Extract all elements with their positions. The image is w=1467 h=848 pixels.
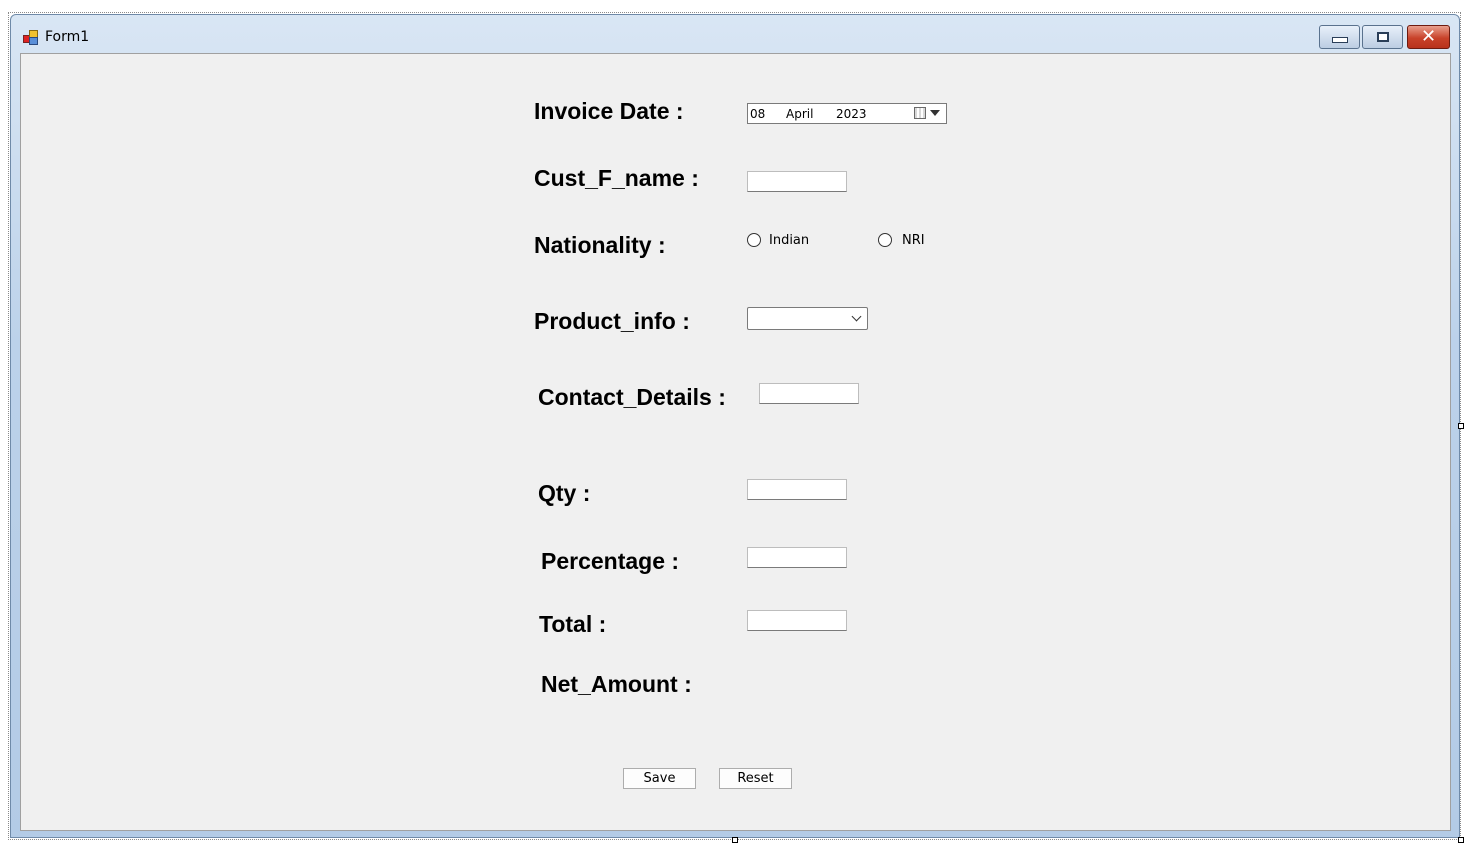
resize-handle-right[interactable]: [1458, 423, 1464, 429]
maximize-icon: [1376, 32, 1389, 42]
title-bar[interactable]: Form1 ✕: [11, 15, 1459, 53]
cust-f-name-input[interactable]: [747, 171, 847, 192]
resize-handle-bottom[interactable]: [732, 837, 738, 843]
calendar-icon[interactable]: [914, 107, 926, 119]
qty-label: Qty :: [538, 480, 591, 506]
chevron-down-icon[interactable]: [930, 110, 940, 116]
chevron-down-icon[interactable]: [851, 311, 862, 322]
resize-handle-corner[interactable]: [1458, 837, 1464, 843]
radio-indian[interactable]: [747, 233, 761, 247]
invoice-date-label: Invoice Date :: [534, 98, 684, 124]
total-input[interactable]: [747, 610, 847, 631]
percentage-input[interactable]: [747, 547, 847, 568]
maximize-button[interactable]: [1362, 25, 1403, 49]
date-year[interactable]: 2023: [836, 107, 867, 121]
app-form-icon: [23, 30, 38, 45]
minimize-button[interactable]: [1319, 25, 1360, 49]
net-amount-label: Net_Amount :: [541, 671, 692, 697]
close-button[interactable]: ✕: [1407, 25, 1450, 49]
window-title: Form1: [45, 29, 90, 45]
contact-details-label: Contact_Details :: [538, 384, 726, 410]
save-button[interactable]: Save: [623, 768, 696, 789]
radio-indian-label[interactable]: Indian: [769, 233, 809, 248]
minimize-icon: [1331, 37, 1348, 43]
cust-f-name-label: Cust_F_name :: [534, 165, 699, 191]
contact-details-input[interactable]: [759, 383, 859, 404]
percentage-label: Percentage :: [541, 548, 680, 574]
invoice-date-picker[interactable]: 08 April 2023: [747, 103, 947, 124]
product-info-label: Product_info :: [534, 308, 690, 334]
radio-nri-label[interactable]: NRI: [902, 233, 925, 248]
reset-button[interactable]: Reset: [719, 768, 792, 789]
close-icon: ✕: [1420, 26, 1437, 47]
product-info-combobox[interactable]: [747, 307, 868, 330]
total-label: Total :: [539, 611, 607, 637]
form-window: Form1 ✕ Invoice Date : 08 April 2023 Cus…: [10, 14, 1460, 838]
radio-nri[interactable]: [878, 233, 892, 247]
date-month[interactable]: April: [786, 107, 813, 121]
nationality-label: Nationality :: [534, 232, 666, 258]
form-client-area: Invoice Date : 08 April 2023 Cust_F_name…: [20, 53, 1451, 831]
qty-input[interactable]: [747, 479, 847, 500]
date-day[interactable]: 08: [750, 107, 765, 121]
